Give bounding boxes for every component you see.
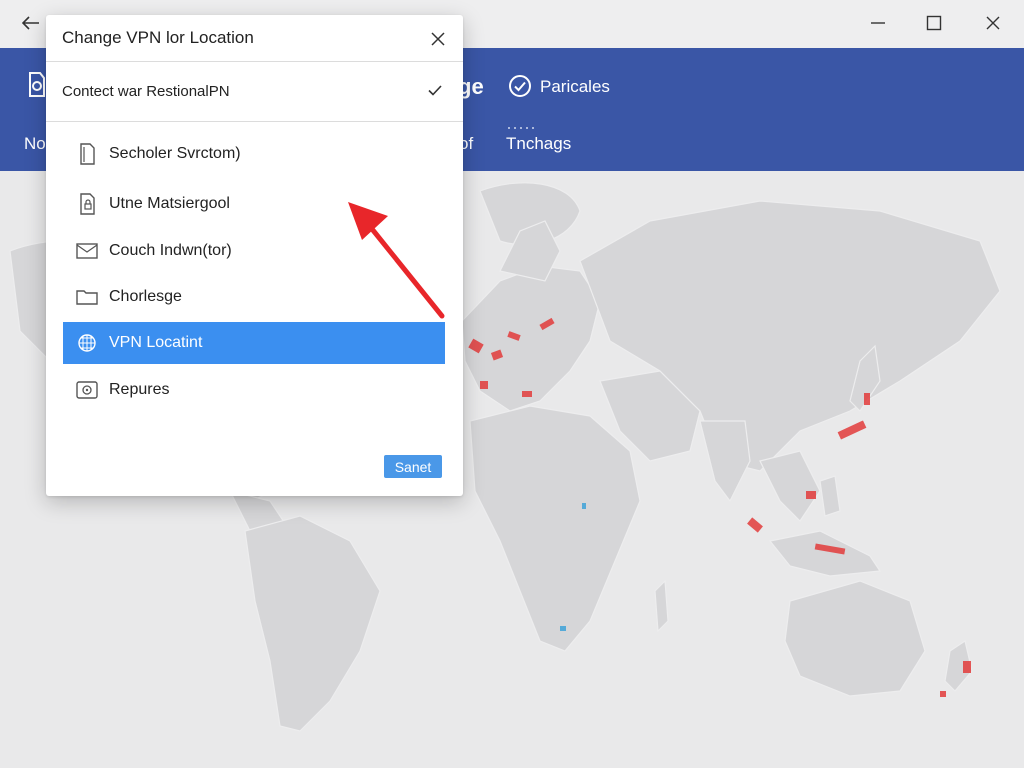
tab-dots-icon bbox=[508, 127, 534, 129]
selected-connection[interactable]: Contect war RestionalPN bbox=[62, 83, 230, 100]
indonesia-landmass bbox=[768, 530, 882, 577]
checkmark-icon bbox=[428, 85, 442, 96]
divider bbox=[46, 61, 463, 62]
dialog-title: Change VPN lor Location bbox=[62, 28, 254, 47]
option-label: Utne Matsiergool bbox=[109, 195, 230, 212]
australia-landmass bbox=[784, 580, 926, 697]
dialog-close-button[interactable] bbox=[424, 25, 452, 53]
image-gear-icon bbox=[75, 378, 99, 402]
app-logo-icon bbox=[29, 72, 45, 97]
india-landmass bbox=[699, 420, 751, 503]
arrow-left-icon bbox=[22, 16, 39, 30]
option-item[interactable]: Chorlesge bbox=[63, 276, 445, 318]
option-item[interactable]: Repures bbox=[63, 369, 445, 411]
app-window: ge Paricales No of Tnchags Change VPN lo… bbox=[0, 0, 1024, 768]
option-label: Repures bbox=[109, 381, 170, 398]
file-lock-icon bbox=[75, 192, 99, 216]
close-window-button[interactable] bbox=[970, 6, 1016, 40]
folder-icon bbox=[75, 285, 99, 309]
minimize-icon bbox=[871, 22, 885, 24]
nav-tab-left[interactable]: No bbox=[24, 134, 46, 154]
check-circle-icon bbox=[509, 75, 531, 97]
document-icon bbox=[75, 142, 99, 166]
change-vpn-location-dialog: Change VPN lor Location Contect war Rest… bbox=[46, 15, 463, 496]
nav-tab-tnchags[interactable]: Tnchags bbox=[506, 134, 571, 154]
close-icon bbox=[986, 16, 1000, 30]
save-button[interactable]: Sanet bbox=[384, 455, 442, 478]
maximize-icon bbox=[926, 15, 942, 31]
header-title: Paricales bbox=[540, 77, 610, 96]
southeast-asia-landmass bbox=[759, 450, 821, 522]
close-icon bbox=[431, 32, 445, 46]
madagascar-landmass bbox=[654, 579, 669, 633]
divider bbox=[46, 121, 463, 122]
globe-grid-icon bbox=[75, 331, 99, 355]
option-item[interactable]: Secholer Svrctom) bbox=[63, 133, 445, 175]
option-label: Secholer Svrctom) bbox=[109, 145, 241, 162]
minimize-button[interactable] bbox=[855, 6, 901, 40]
option-item[interactable]: Couch Indwn(tor) bbox=[63, 230, 445, 272]
option-label: Couch Indwn(tor) bbox=[109, 242, 232, 259]
option-label: Chorlesge bbox=[109, 288, 182, 305]
envelope-icon bbox=[75, 239, 99, 263]
option-label: VPN Locatint bbox=[109, 334, 203, 351]
option-item-active[interactable]: VPN Locatint bbox=[63, 322, 445, 364]
philippines-landmass bbox=[819, 475, 841, 517]
europe-landmass bbox=[461, 265, 601, 412]
africa-landmass bbox=[469, 405, 641, 652]
option-item[interactable]: Utne Matsiergool bbox=[63, 183, 445, 225]
south-america-landmass bbox=[244, 515, 381, 732]
maximize-button[interactable] bbox=[911, 6, 957, 40]
